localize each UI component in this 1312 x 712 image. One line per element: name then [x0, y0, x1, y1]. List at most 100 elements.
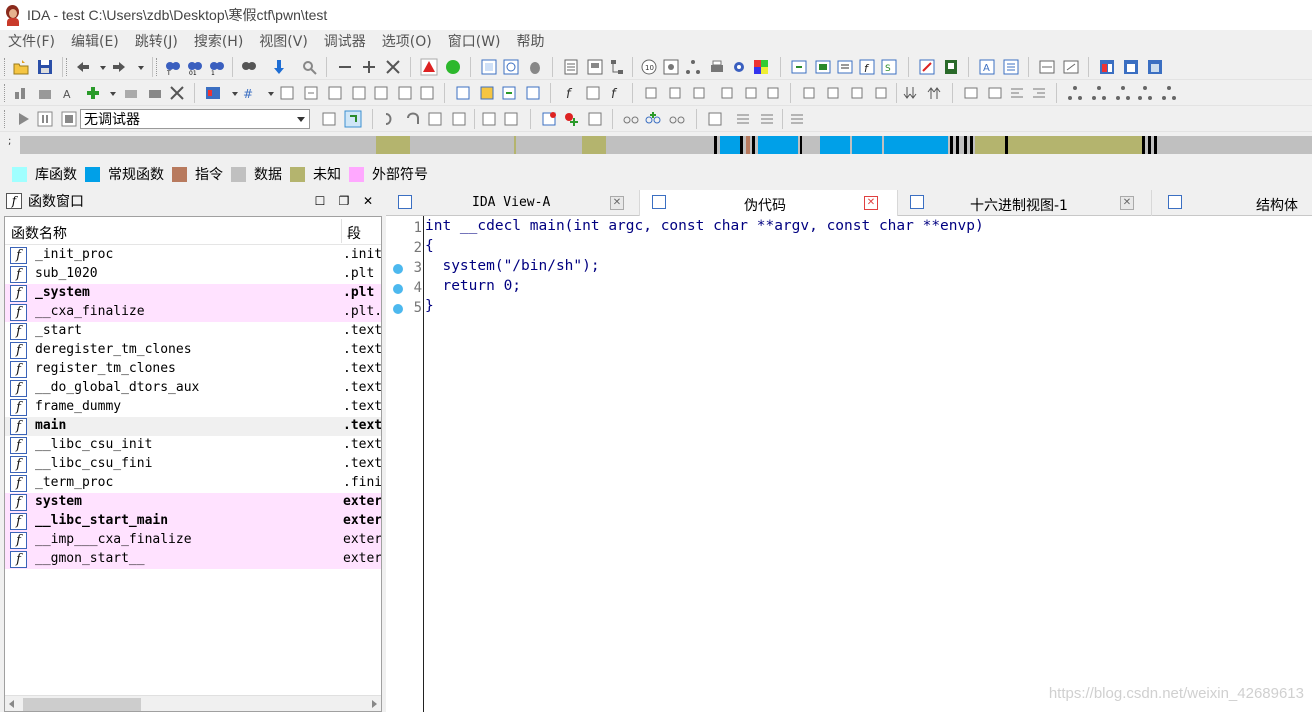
struct-expand-icon[interactable]: [848, 84, 866, 102]
scroll-right-icon[interactable]: [372, 700, 377, 708]
struct-edit-icon[interactable]: [824, 84, 842, 102]
graph-tree4-icon[interactable]: [1136, 84, 1154, 102]
script-icon[interactable]: [942, 58, 960, 76]
menu-edit[interactable]: 编辑(E): [63, 30, 127, 54]
column-header-function-name[interactable]: 函数名称: [11, 223, 67, 243]
names-window-icon[interactable]: [814, 58, 832, 76]
navigation-band[interactable]: ;: [0, 132, 1312, 158]
breakpoint-dot-icon[interactable]: [393, 284, 403, 294]
function-frame-icon[interactable]: [584, 84, 602, 102]
make-offset-icon[interactable]: [122, 84, 140, 102]
segment-icon[interactable]: [204, 84, 222, 102]
repeat-comment-icon[interactable]: [764, 84, 782, 102]
segment-dropdown-icon[interactable]: [226, 84, 238, 102]
op-char-icon[interactable]: [326, 84, 344, 102]
menu-help[interactable]: 帮助: [509, 30, 553, 54]
save-icon[interactable]: [36, 58, 54, 76]
trace-list-icon[interactable]: [734, 110, 752, 128]
create-function-icon[interactable]: [454, 84, 472, 102]
expand-icon[interactable]: [360, 58, 378, 76]
function-row[interactable]: f register_tm_clones .text: [5, 360, 381, 379]
jump-down-icon[interactable]: [270, 58, 288, 76]
trace-icon[interactable]: [706, 110, 724, 128]
watch-icon[interactable]: [622, 110, 640, 128]
graph-tree5-icon[interactable]: [1160, 84, 1178, 102]
make-struct-icon[interactable]: [146, 84, 164, 102]
segments-window-icon[interactable]: S: [880, 58, 898, 76]
breakpoint-add-icon[interactable]: [562, 110, 580, 128]
debugger-select[interactable]: 无调试器: [80, 109, 310, 129]
add-green-icon[interactable]: [84, 84, 102, 102]
op-offset-icon[interactable]: [278, 84, 296, 102]
graph-view-icon[interactable]: [608, 58, 626, 76]
function-row[interactable]: f __libc_csu_init .text: [5, 436, 381, 455]
windows-restore-icon[interactable]: [1122, 58, 1140, 76]
op-segment-icon[interactable]: [302, 84, 320, 102]
menu-windows[interactable]: 窗口(W): [440, 30, 509, 54]
close-icon[interactable]: ✕: [360, 193, 376, 209]
tab-structures[interactable]: 结构体: [1152, 190, 1312, 216]
open-icon[interactable]: [12, 58, 30, 76]
sort-down-icon[interactable]: [902, 84, 920, 102]
step-over-icon[interactable]: [404, 110, 422, 128]
hash-icon[interactable]: #: [240, 84, 258, 102]
align-icon[interactable]: [1008, 84, 1026, 102]
close-icon[interactable]: ✕: [610, 196, 624, 210]
functions-list[interactable]: 函数名称 段 f _init_proc .init f sub_1020 .plt f _sy…: [4, 216, 382, 712]
breakpoint-list-icon[interactable]: [540, 110, 558, 128]
forward-dropdown-icon[interactable]: [132, 58, 144, 76]
make-code-icon[interactable]: [12, 84, 30, 102]
enums-icon[interactable]: [1002, 58, 1020, 76]
windows-default-icon[interactable]: [1146, 58, 1164, 76]
edit-function-icon[interactable]: [478, 84, 496, 102]
column-header-segment[interactable]: 段: [347, 223, 361, 243]
xref-to-icon[interactable]: [642, 84, 660, 102]
stop-icon[interactable]: [60, 110, 78, 128]
function-row[interactable]: f main .text: [5, 417, 381, 436]
strings-window-icon[interactable]: [836, 58, 854, 76]
search-text-icon[interactable]: T: [164, 58, 182, 76]
maximize-icon[interactable]: ☐: [312, 193, 328, 209]
function-row[interactable]: f __libc_start_main exter: [5, 512, 381, 531]
code-line[interactable]: }: [425, 298, 434, 318]
hex-view-icon[interactable]: [502, 58, 520, 76]
hex-icon[interactable]: [1038, 58, 1056, 76]
menu-search[interactable]: 搜索(H): [186, 30, 251, 54]
collapse-icon[interactable]: [336, 58, 354, 76]
function-f-icon[interactable]: f: [560, 84, 578, 102]
struct-delete-icon[interactable]: [872, 84, 890, 102]
toolbar-grip[interactable]: [156, 58, 159, 76]
function-row[interactable]: f __imp___cxa_finalize exter: [5, 531, 381, 550]
menu-debugger[interactable]: 调试器: [316, 30, 374, 54]
calc-icon[interactable]: 10: [640, 58, 658, 76]
trace-options-icon[interactable]: [788, 110, 806, 128]
settings-gear-icon[interactable]: [730, 58, 748, 76]
xref-graph-icon[interactable]: [690, 84, 708, 102]
debug-bug-icon[interactable]: [526, 58, 544, 76]
add-dropdown-icon[interactable]: [104, 84, 116, 102]
threads-icon[interactable]: [480, 110, 498, 128]
graph-tree-icon[interactable]: [1066, 84, 1084, 102]
make-data-icon[interactable]: [36, 84, 54, 102]
code-line[interactable]: int __cdecl main(int argc, const char **…: [425, 218, 984, 238]
function-row[interactable]: f __do_global_dtors_aux .text: [5, 379, 381, 398]
breakpoint-dot-icon[interactable]: [393, 264, 403, 274]
remove-function-tail-icon[interactable]: [524, 84, 542, 102]
disasm-view-icon[interactable]: [480, 58, 498, 76]
code-line[interactable]: system("/bin/sh");: [425, 258, 599, 278]
append-function-icon[interactable]: [500, 84, 518, 102]
edit-icon[interactable]: [918, 58, 936, 76]
function-row[interactable]: f _term_proc .fini: [5, 474, 381, 493]
xref-from-icon[interactable]: [666, 84, 684, 102]
watch-delete-icon[interactable]: [668, 110, 686, 128]
search-binary-icon[interactable]: 01: [186, 58, 204, 76]
run-to-cursor-icon[interactable]: [426, 110, 444, 128]
tree-icon[interactable]: [684, 58, 702, 76]
function-tail-icon[interactable]: f: [606, 84, 624, 102]
toolbar-grip[interactable]: [4, 84, 7, 102]
attach-icon[interactable]: [320, 110, 338, 128]
toolbar-grip[interactable]: [4, 58, 7, 76]
search-next-icon[interactable]: [240, 58, 258, 76]
color-palette-icon[interactable]: [752, 58, 770, 76]
watch-add-icon[interactable]: [644, 110, 662, 128]
